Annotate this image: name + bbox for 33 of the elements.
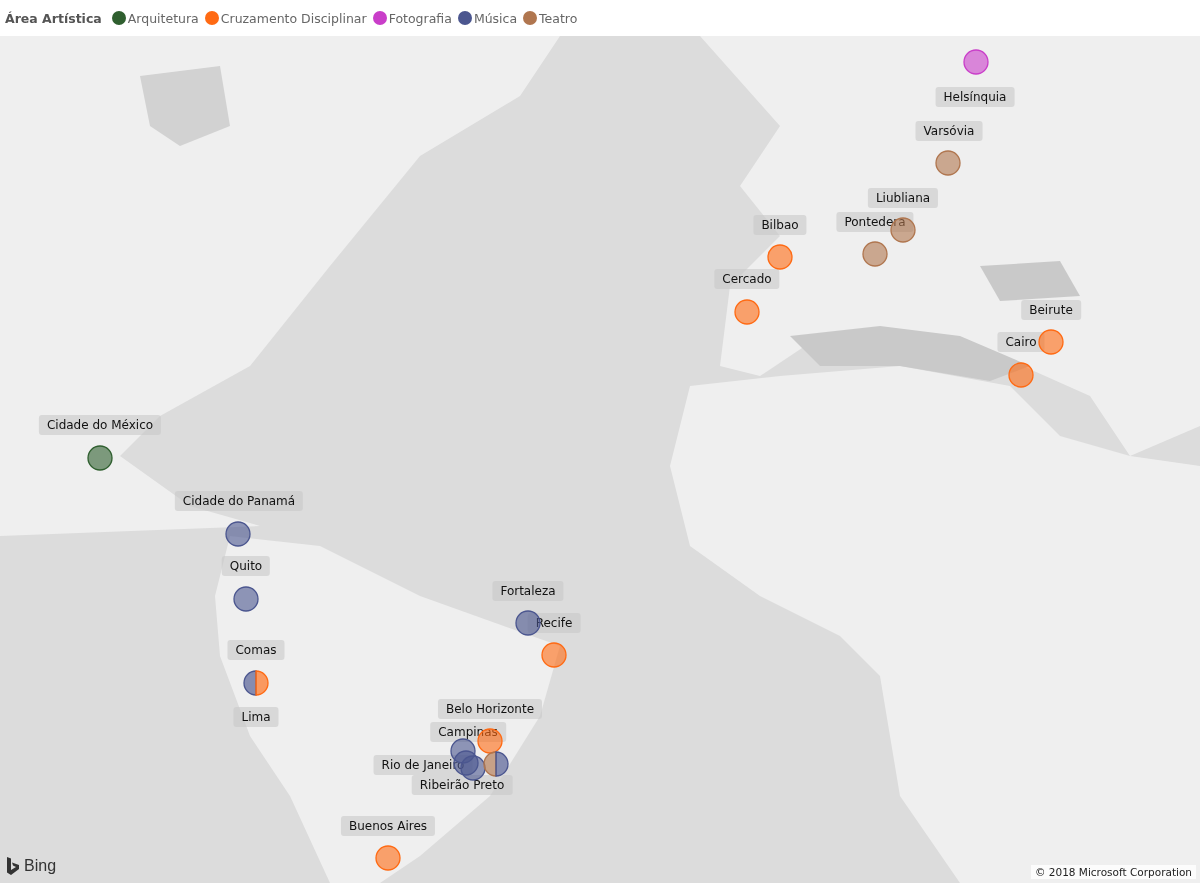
map-bubble[interactable] (225, 521, 251, 547)
map-bubble[interactable] (243, 670, 269, 696)
city-label: Comas (227, 640, 285, 660)
city-label: Buenos Aires (340, 816, 436, 836)
legend-label[interactable]: Cruzamento Disciplinar (220, 10, 367, 26)
bing-logo-icon (6, 857, 20, 875)
city-label: Liubliana (867, 188, 939, 208)
map-bubble[interactable] (963, 49, 989, 75)
map-bubble[interactable] (862, 241, 888, 267)
legend-label[interactable]: Fotografia (388, 10, 452, 26)
map-bubble[interactable] (483, 751, 509, 777)
city-label: Ribeirão Preto (411, 775, 513, 795)
city-label: Beirute (1021, 300, 1081, 320)
city-label: Fortaleza (492, 581, 564, 601)
copyright-text: © 2018 Microsoft Corporation (1030, 865, 1196, 879)
map-bubble[interactable] (233, 586, 259, 612)
city-label: Cidade do Panamá (174, 491, 304, 511)
city-label: Cidade do México (38, 415, 162, 435)
city-label: Lima (233, 707, 279, 727)
map-logo: Bing (24, 857, 57, 875)
city-label: Bilbao (753, 215, 807, 235)
legend-label[interactable]: Música (473, 10, 518, 26)
map-bubble[interactable] (935, 150, 961, 176)
city-label: Cercado (714, 269, 780, 289)
legend-label[interactable]: Teatro (539, 10, 578, 26)
city-label: Cairo (997, 332, 1045, 352)
city-label: Varsóvia (915, 121, 983, 141)
city-label: Helsínquia (935, 87, 1015, 107)
city-label: Quito (221, 556, 271, 576)
legend-title: Área Artística (5, 10, 102, 26)
legend-label[interactable]: Arquitetura (127, 10, 199, 26)
map-bubble[interactable] (87, 445, 113, 471)
city-label: Belo Horizonte (437, 699, 543, 719)
